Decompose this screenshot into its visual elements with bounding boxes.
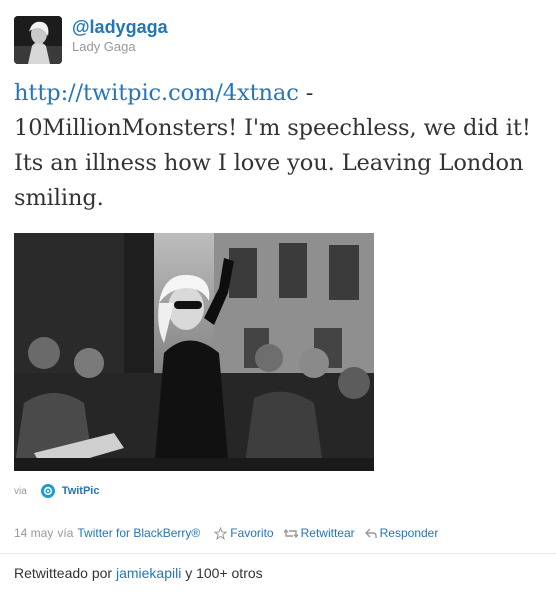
twitpic-service-link[interactable]: TwitPic bbox=[62, 485, 100, 497]
reply-button[interactable]: Responder bbox=[364, 526, 439, 540]
retweet-icon bbox=[283, 528, 298, 538]
divider bbox=[0, 553, 556, 554]
twitpic-logo-icon[interactable] bbox=[40, 484, 55, 498]
via-word: vía bbox=[57, 526, 74, 540]
reply-icon bbox=[364, 528, 377, 538]
tweet-header: @ladygaga Lady Gaga bbox=[14, 16, 414, 64]
retweeted-suffix[interactable]: y 100+ otros bbox=[185, 565, 262, 581]
favorite-label: Favorito bbox=[230, 526, 274, 540]
retweet-label: Retwittear bbox=[300, 526, 355, 540]
username[interactable]: @ladygaga bbox=[72, 16, 168, 38]
tweet-photo[interactable] bbox=[14, 233, 374, 471]
retweet-button[interactable]: Retwittear bbox=[283, 526, 355, 540]
retweeter-link[interactable]: jamiekapili bbox=[116, 565, 181, 581]
full-name: Lady Gaga bbox=[72, 39, 136, 54]
tweet-meta: 14 may vía Twitter for BlackBerry® Favor… bbox=[14, 524, 438, 542]
tweet-card: @ladygaga Lady Gaga http://twitpic.com/4… bbox=[0, 0, 556, 593]
client-link[interactable]: Twitter for BlackBerry® bbox=[77, 526, 200, 540]
tweet-text: http://twitpic.com/4xtnac - 10MillionMon… bbox=[14, 76, 534, 216]
favorite-button[interactable]: Favorito bbox=[214, 526, 274, 540]
retweeted-by: Retwitteado por jamiekapili y 100+ otros bbox=[14, 565, 263, 581]
star-icon bbox=[214, 526, 228, 540]
via-row: via TwitPic bbox=[14, 481, 100, 501]
avatar[interactable] bbox=[14, 16, 62, 64]
twitpic-link[interactable]: http://twitpic.com/4xtnac bbox=[14, 80, 299, 106]
retweeted-prefix: Retwitteado por bbox=[14, 565, 113, 581]
reply-label: Responder bbox=[379, 526, 439, 540]
via-label: via bbox=[14, 485, 27, 497]
tweet-date[interactable]: 14 may bbox=[14, 526, 53, 540]
